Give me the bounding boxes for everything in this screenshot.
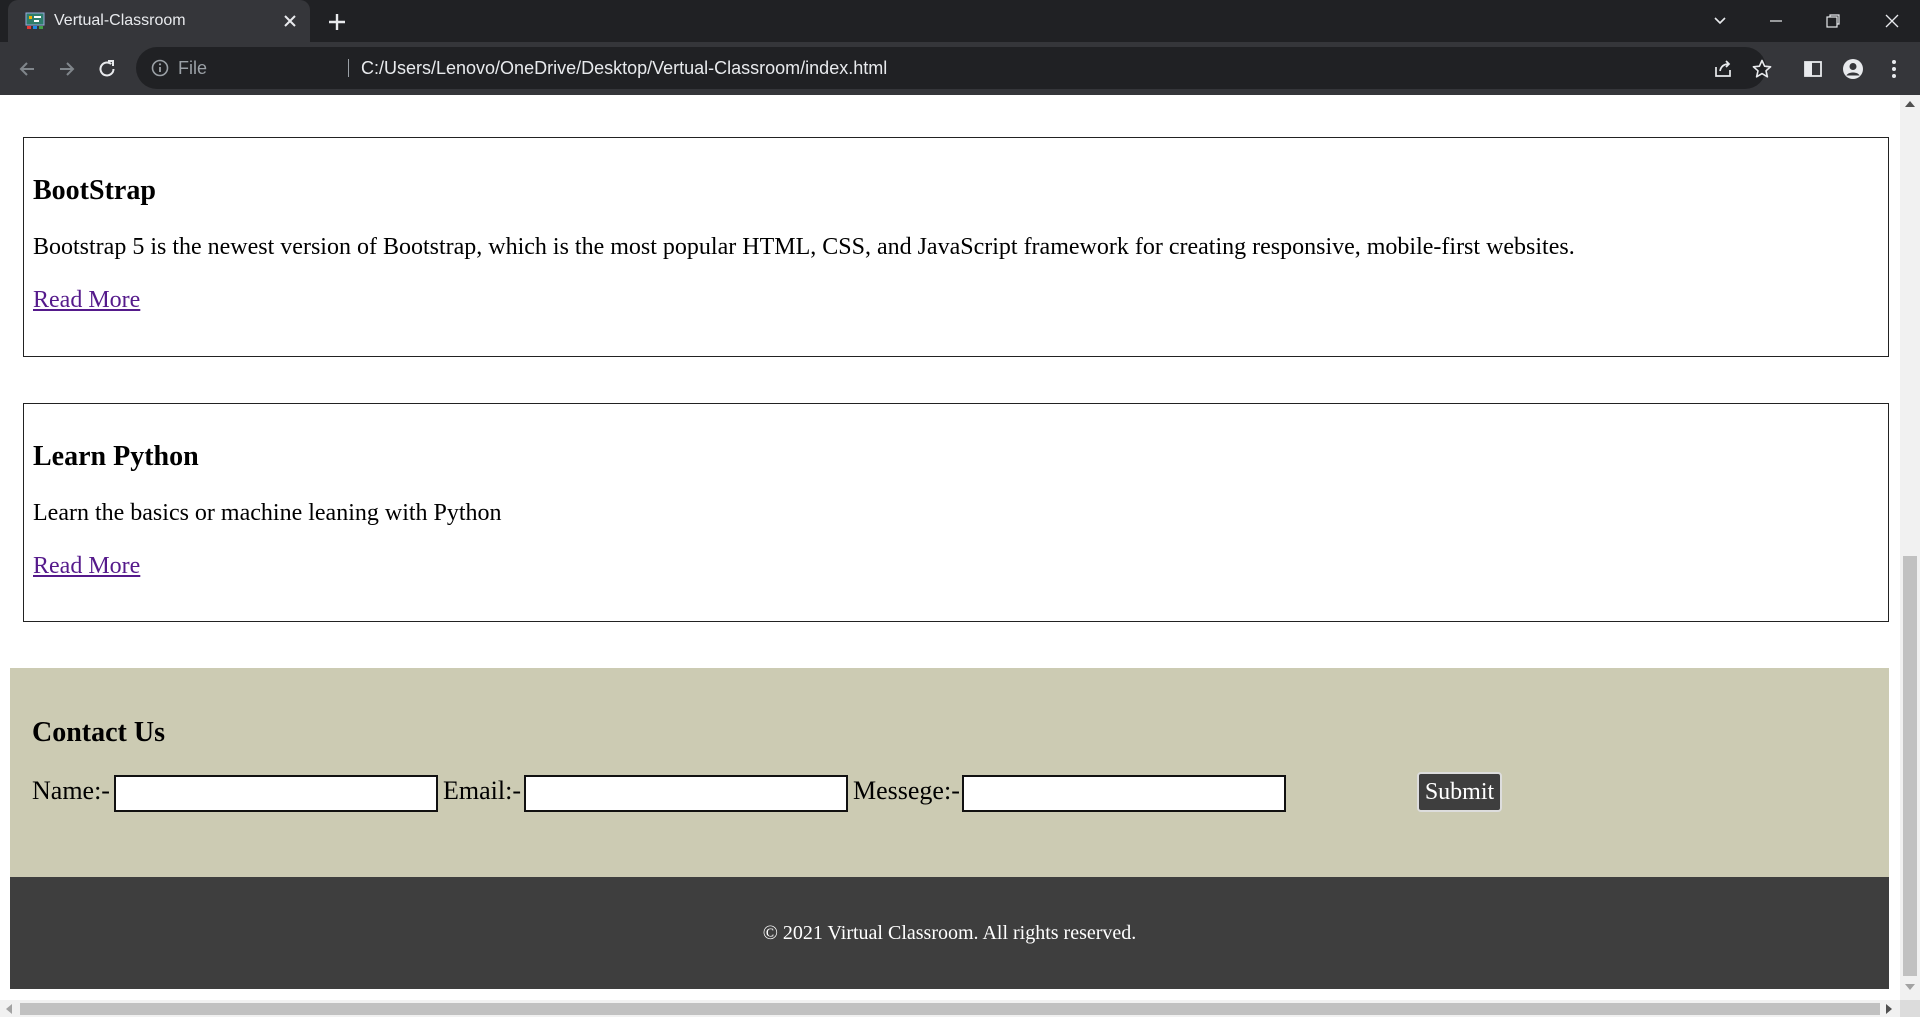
tab-search-chevron-down-icon[interactable] xyxy=(1697,0,1743,42)
reload-icon[interactable] xyxy=(94,56,120,82)
scroll-right-arrow-icon[interactable] xyxy=(1886,1004,1892,1014)
forward-arrow-icon[interactable] xyxy=(54,56,80,82)
close-tab-icon[interactable] xyxy=(280,11,300,31)
submit-button[interactable]: Submit xyxy=(1417,772,1502,812)
email-input[interactable] xyxy=(524,775,848,812)
read-more-link[interactable]: Read More xyxy=(33,553,140,580)
minimize-icon[interactable] xyxy=(1753,0,1799,42)
browser-tab[interactable]: Vertual-Classroom xyxy=(8,0,310,42)
address-separator xyxy=(348,59,349,77)
profile-avatar-icon[interactable] xyxy=(1841,57,1865,81)
horizontal-scroll-thumb[interactable] xyxy=(20,1003,1880,1015)
new-tab-icon[interactable] xyxy=(325,10,349,34)
course-card-python: Learn Python Learn the basics or machine… xyxy=(23,403,1889,622)
site-info-icon[interactable] xyxy=(150,58,170,78)
page-footer: © 2021 Virtual Classroom. All rights res… xyxy=(10,877,1889,989)
course-title: BootStrap xyxy=(33,175,156,206)
scrollbar-corner xyxy=(1900,1000,1920,1017)
course-description: Learn the basics or machine leaning with… xyxy=(33,500,502,526)
course-card-bootstrap: BootStrap Bootstrap 5 is the newest vers… xyxy=(23,137,1889,357)
contact-section: Contact Us Name:- Email:- Messege:- Subm… xyxy=(10,668,1889,877)
close-window-icon[interactable] xyxy=(1869,0,1915,42)
name-input[interactable] xyxy=(114,775,438,812)
tab-title: Vertual-Classroom xyxy=(54,12,186,29)
course-title: Learn Python xyxy=(33,441,199,472)
side-panel-icon[interactable] xyxy=(1801,57,1825,81)
address-scheme-label: File xyxy=(178,58,208,78)
read-more-link[interactable]: Read More xyxy=(33,287,140,314)
share-icon[interactable] xyxy=(1712,58,1734,80)
contact-title: Contact Us xyxy=(32,717,165,748)
vertical-scrollbar[interactable] xyxy=(1900,95,1920,1000)
scroll-left-arrow-icon[interactable] xyxy=(6,1004,12,1014)
vertical-scroll-thumb[interactable] xyxy=(1903,556,1917,976)
browser-tab-bar: Vertual-Classroom xyxy=(0,0,1920,42)
back-arrow-icon[interactable] xyxy=(14,56,40,82)
scroll-up-arrow-icon[interactable] xyxy=(1905,101,1915,107)
name-label: Name:- xyxy=(32,776,110,805)
message-label: Messege:- xyxy=(853,776,960,805)
page-viewport: BootStrap Bootstrap 5 is the newest vers… xyxy=(0,95,1900,1000)
url-text[interactable]: C:/Users/Lenovo/OneDrive/Desktop/Vertual… xyxy=(361,47,887,89)
course-description: Bootstrap 5 is the newest version of Boo… xyxy=(33,234,1575,260)
horizontal-scrollbar[interactable] xyxy=(0,1000,1900,1017)
email-label: Email:- xyxy=(443,776,521,805)
restore-window-icon[interactable] xyxy=(1810,0,1856,42)
copyright-text: © 2021 Virtual Classroom. All rights res… xyxy=(762,922,1137,944)
more-menu-icon[interactable] xyxy=(1882,57,1906,81)
classroom-favicon-icon xyxy=(25,12,45,30)
message-input[interactable] xyxy=(962,775,1286,812)
bookmark-star-icon[interactable] xyxy=(1751,58,1773,80)
address-bar[interactable]: File C:/Users/Lenovo/OneDrive/Desktop/Ve… xyxy=(136,47,1772,89)
scroll-down-arrow-icon[interactable] xyxy=(1905,984,1915,990)
browser-toolbar: File C:/Users/Lenovo/OneDrive/Desktop/Ve… xyxy=(0,42,1920,95)
